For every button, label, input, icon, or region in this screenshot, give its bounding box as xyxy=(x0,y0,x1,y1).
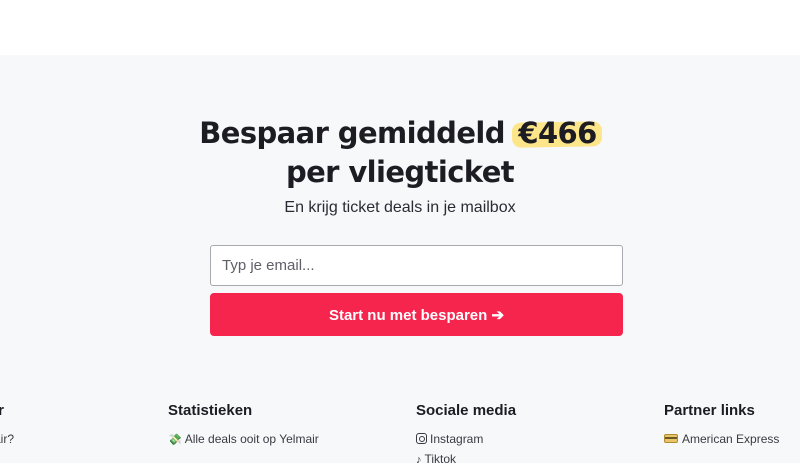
footer-column-title: Sociale media xyxy=(416,402,517,419)
top-header-area xyxy=(0,0,800,55)
footer-column-title: Partner links xyxy=(664,402,755,419)
tiktok-icon: ♪ xyxy=(416,454,422,463)
email-input[interactable] xyxy=(210,245,623,286)
footer-column-partners: Partner links American Express xyxy=(664,402,779,452)
footer-column-title: ir xyxy=(0,402,5,419)
footer-link-instagram[interactable]: Instagram xyxy=(416,432,516,446)
credit-card-icon xyxy=(664,434,678,443)
footer-link-american-express[interactable]: American Express xyxy=(664,432,779,446)
hero-subtitle: En krijg ticket deals in je mailbox xyxy=(284,199,516,216)
footer-column-title: Statistieken xyxy=(168,402,253,419)
footer-link-all-deals[interactable]: 💸 Alle deals ooit op Yelmair xyxy=(168,432,319,446)
footer-link[interactable]: air? xyxy=(0,432,14,446)
hero-headline: Bespaar gemiddeld €466 per vliegticket xyxy=(0,114,800,192)
headline-text: Bespaar gemiddeld xyxy=(199,116,515,150)
footer-link-tiktok[interactable]: ♪ Tiktok xyxy=(416,452,516,463)
instagram-icon xyxy=(416,433,427,444)
start-saving-button[interactable]: Start nu met besparen ➔ xyxy=(210,293,623,336)
headline-text-line2: per vliegticket xyxy=(285,155,515,189)
money-wings-icon: 💸 xyxy=(168,434,182,446)
footer-column-social: Sociale media Instagram ♪ Tiktok xyxy=(416,402,516,463)
savings-highlight: €466 xyxy=(514,114,600,153)
footer-column-1: ir air? xyxy=(0,402,14,452)
footer-column-statistics: Statistieken 💸 Alle deals ooit op Yelmair xyxy=(168,402,319,452)
